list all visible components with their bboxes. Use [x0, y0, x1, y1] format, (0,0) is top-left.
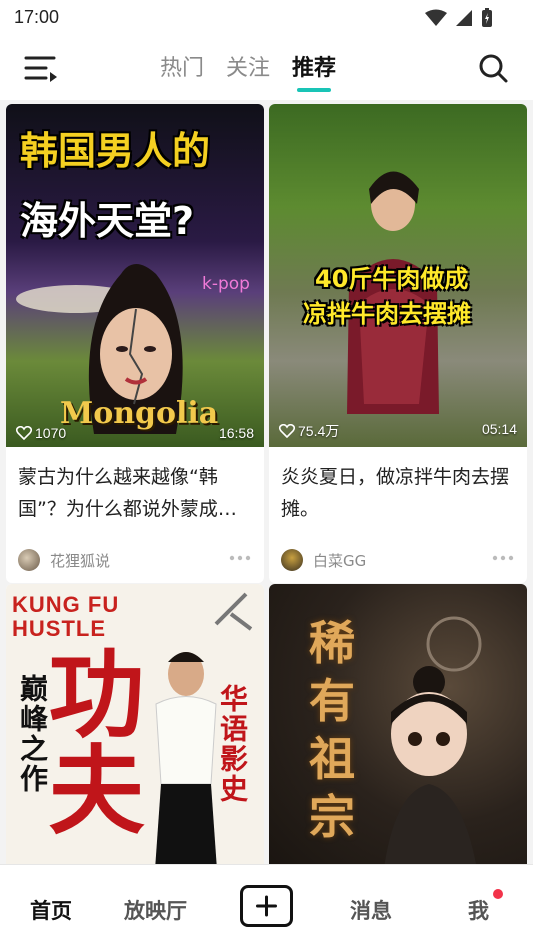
video-duration: 05:14 — [481, 421, 517, 437]
heart-icon — [16, 426, 32, 440]
signal-icon — [456, 10, 472, 26]
bottom-nav: 首页 放映厅 消息 我 — [0, 864, 533, 948]
tab-recommended[interactable]: 推荐 — [292, 50, 336, 92]
author-name[interactable]: 花狸狐说 — [50, 550, 110, 571]
nav-cinema[interactable]: 放映厅 — [124, 895, 187, 925]
like-count-text: 1070 — [35, 425, 67, 441]
nav-me[interactable]: 我 — [468, 895, 489, 925]
top-nav: 热门 关注 推荐 — [0, 36, 533, 100]
status-time: 17:00 — [14, 7, 60, 27]
cover-title-line: 凉拌牛肉去摆摊 — [303, 300, 471, 328]
avatar[interactable] — [18, 549, 40, 571]
more-dots-icon[interactable] — [228, 551, 252, 565]
video-cover[interactable]: 韩国男人的 海外天堂? k-pop Mongolia 1070 16:58 — [6, 104, 264, 447]
video-card[interactable]: KUNG FU HUSTLE 功夫 巅峰之作 华语影史 — [6, 584, 264, 864]
battery-icon — [482, 8, 492, 27]
cover-stats: 1070 16:58 — [16, 425, 254, 441]
plus-icon — [256, 895, 277, 917]
avatar[interactable] — [281, 549, 303, 571]
tab-following[interactable]: 关注 — [226, 50, 270, 92]
video-title[interactable]: 蒙古为什么越来越像“韩国”？为什么都说外蒙成… — [6, 447, 264, 537]
menu-icon — [24, 56, 57, 82]
status-bar: 17:00 — [0, 0, 533, 36]
status-icons — [425, 8, 493, 28]
like-count: 1070 — [16, 425, 66, 441]
like-count: 75.4万 — [279, 421, 339, 441]
add-button[interactable] — [240, 885, 293, 927]
cover-title-line: 40斤牛肉做成 — [315, 265, 469, 293]
nav-messages[interactable]: 消息 — [350, 895, 392, 925]
tab-hot[interactable]: 热门 — [160, 50, 204, 92]
video-cover[interactable]: KUNG FU HUSTLE 功夫 巅峰之作 华语影史 — [6, 584, 264, 864]
video-duration: 16:58 — [218, 425, 254, 441]
card-footer: 花狸狐说 — [6, 537, 264, 583]
video-card[interactable]: 稀 有 祖 宗 — [269, 584, 527, 864]
video-cover[interactable]: 稀 有 祖 宗 — [269, 584, 527, 864]
cover-badge: k-pop — [202, 274, 250, 294]
video-cover[interactable]: 40斤牛肉做成 凉拌牛肉去摆摊 75.4万 05:14 — [269, 104, 527, 447]
video-card[interactable]: 40斤牛肉做成 凉拌牛肉去摆摊 75.4万 05:14 炎炎夏日，做凉拌牛肉去摆… — [269, 104, 527, 583]
menu-button[interactable] — [22, 52, 60, 84]
nav-home[interactable]: 首页 — [30, 895, 72, 925]
cover-stats: 75.4万 05:14 — [279, 421, 517, 441]
more-dots-icon[interactable] — [491, 551, 515, 565]
notification-dot — [493, 889, 503, 899]
card-footer: 白菜GG — [269, 537, 527, 583]
child-illustration — [384, 616, 482, 864]
cover-vertical-right: 华语影史 — [216, 684, 249, 804]
video-title[interactable]: 炎炎夏日，做凉拌牛肉去摆摊。 — [269, 447, 527, 537]
wifi-icon — [425, 9, 447, 26]
video-card[interactable]: 韩国男人的 海外天堂? k-pop Mongolia 1070 16:58 蒙古… — [6, 104, 264, 583]
heart-icon — [279, 424, 295, 438]
author-name[interactable]: 白菜GG — [313, 550, 366, 571]
search-icon — [479, 54, 508, 83]
feed-tabs: 热门 关注 推荐 — [160, 50, 336, 92]
video-feed: 韩国男人的 海外天堂? k-pop Mongolia 1070 16:58 蒙古… — [0, 100, 533, 864]
search-button[interactable] — [477, 52, 509, 84]
like-count-text: 75.4万 — [298, 423, 340, 439]
